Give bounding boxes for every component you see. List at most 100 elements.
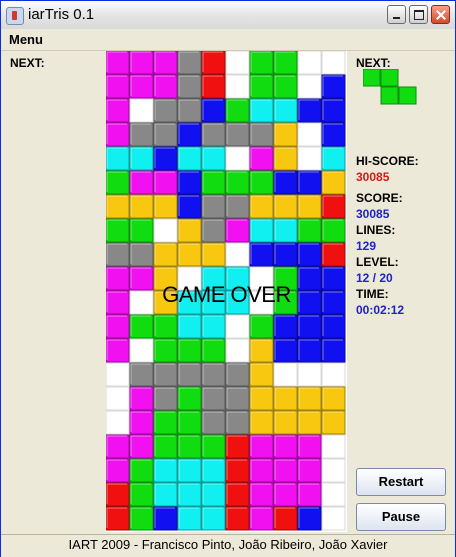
empty-cell bbox=[225, 314, 250, 339]
block-cell bbox=[297, 98, 322, 123]
empty-cell bbox=[225, 146, 250, 171]
maximize-button[interactable] bbox=[409, 5, 428, 24]
status-bar: IART 2009 - Francisco Pinto, João Ribeir… bbox=[1, 534, 455, 557]
block-cell bbox=[273, 386, 298, 411]
block-cell bbox=[201, 98, 226, 123]
empty-cell bbox=[273, 362, 298, 387]
lines-label: LINES: bbox=[356, 223, 396, 237]
menu-item-menu[interactable]: Menu bbox=[9, 32, 43, 47]
empty-cell bbox=[321, 434, 346, 459]
block-cell bbox=[177, 386, 202, 411]
block-cell bbox=[249, 170, 274, 195]
block-cell bbox=[106, 194, 130, 219]
block-cell bbox=[225, 194, 250, 219]
next-piece-block bbox=[380, 69, 399, 87]
block-cell bbox=[201, 242, 226, 267]
empty-cell bbox=[225, 74, 250, 99]
block-cell bbox=[129, 194, 154, 219]
empty-cell bbox=[321, 362, 346, 387]
minimize-button[interactable] bbox=[387, 5, 406, 24]
block-cell bbox=[201, 314, 226, 339]
block-cell bbox=[153, 434, 178, 459]
block-cell bbox=[129, 122, 154, 147]
block-cell bbox=[177, 362, 202, 387]
block-cell bbox=[273, 218, 298, 243]
block-cell bbox=[225, 386, 250, 411]
block-cell bbox=[201, 218, 226, 243]
title-bar[interactable]: iarTris 0.1 bbox=[1, 1, 455, 31]
empty-cell bbox=[321, 506, 346, 531]
block-cell bbox=[106, 218, 130, 243]
level-label: LEVEL: bbox=[356, 255, 399, 269]
block-cell bbox=[201, 338, 226, 363]
block-cell bbox=[249, 242, 274, 267]
block-cell bbox=[225, 218, 250, 243]
java-app-icon bbox=[6, 7, 24, 25]
empty-cell bbox=[297, 51, 322, 75]
next-piece-preview bbox=[363, 69, 417, 105]
block-cell bbox=[129, 314, 154, 339]
block-cell bbox=[201, 170, 226, 195]
block-cell bbox=[106, 434, 130, 459]
block-cell bbox=[177, 410, 202, 435]
block-cell bbox=[201, 506, 226, 531]
window-title: iarTris 0.1 bbox=[28, 6, 95, 23]
block-cell bbox=[201, 362, 226, 387]
block-cell bbox=[249, 98, 274, 123]
block-cell bbox=[225, 362, 250, 387]
block-cell bbox=[153, 122, 178, 147]
block-cell bbox=[153, 170, 178, 195]
empty-cell bbox=[297, 122, 322, 147]
block-cell bbox=[129, 386, 154, 411]
block-cell bbox=[321, 242, 346, 267]
block-cell bbox=[249, 218, 274, 243]
block-cell bbox=[297, 410, 322, 435]
empty-cell bbox=[297, 146, 322, 171]
block-cell bbox=[321, 146, 346, 171]
block-cell bbox=[177, 98, 202, 123]
block-cell bbox=[249, 122, 274, 147]
block-cell bbox=[153, 146, 178, 171]
block-cell bbox=[153, 410, 178, 435]
block-cell bbox=[249, 51, 274, 75]
empty-cell bbox=[153, 218, 178, 243]
block-cell bbox=[249, 458, 274, 483]
block-cell bbox=[129, 458, 154, 483]
block-cell bbox=[201, 122, 226, 147]
block-cell bbox=[153, 314, 178, 339]
block-cell bbox=[153, 194, 178, 219]
empty-cell bbox=[225, 51, 250, 75]
block-cell bbox=[106, 146, 130, 171]
block-cell bbox=[273, 434, 298, 459]
block-cell bbox=[249, 386, 274, 411]
block-cell bbox=[106, 51, 130, 75]
time-label: TIME: bbox=[356, 287, 389, 301]
block-cell bbox=[177, 458, 202, 483]
block-cell bbox=[273, 242, 298, 267]
block-cell bbox=[297, 506, 322, 531]
block-cell bbox=[297, 242, 322, 267]
block-cell bbox=[106, 74, 130, 99]
block-cell bbox=[225, 122, 250, 147]
block-cell bbox=[297, 482, 322, 507]
block-cell bbox=[249, 482, 274, 507]
block-cell bbox=[273, 74, 298, 99]
block-cell bbox=[249, 434, 274, 459]
block-cell bbox=[201, 146, 226, 171]
block-cell bbox=[273, 98, 298, 123]
block-cell bbox=[321, 170, 346, 195]
close-button[interactable] bbox=[431, 5, 450, 24]
block-cell bbox=[129, 218, 154, 243]
block-cell bbox=[249, 410, 274, 435]
restart-button[interactable]: Restart bbox=[356, 468, 446, 496]
block-cell bbox=[177, 218, 202, 243]
block-cell bbox=[177, 506, 202, 531]
game-board[interactable]: GAME OVER bbox=[106, 51, 347, 532]
pause-button[interactable]: Pause bbox=[356, 503, 446, 531]
block-cell bbox=[225, 170, 250, 195]
block-cell bbox=[321, 218, 346, 243]
block-cell bbox=[153, 458, 178, 483]
block-cell bbox=[106, 338, 130, 363]
block-cell bbox=[129, 410, 154, 435]
block-cell bbox=[201, 482, 226, 507]
